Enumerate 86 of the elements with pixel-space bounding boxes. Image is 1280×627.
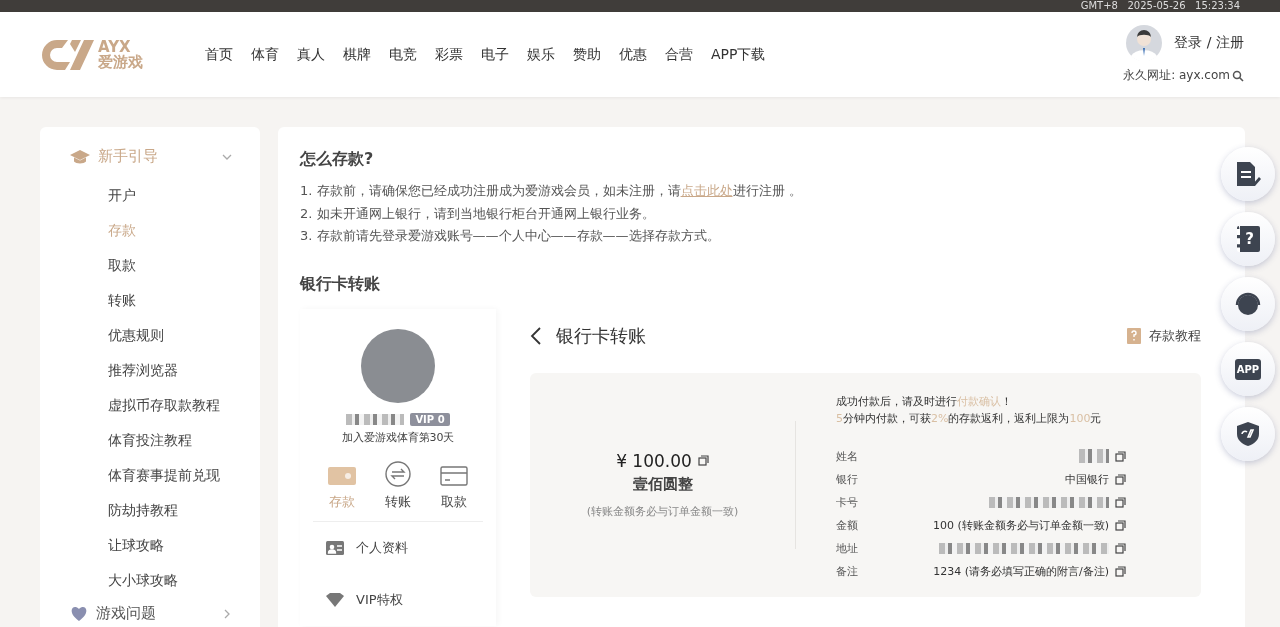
graduation-cap-icon: [70, 148, 90, 165]
field-label: 备注: [836, 563, 859, 579]
sidebar-item[interactable]: 防劫持教程: [40, 493, 260, 528]
form-button[interactable]: [1221, 147, 1275, 201]
field-value: 中国银行: [1065, 471, 1109, 487]
sidebar-item[interactable]: 取款: [40, 248, 260, 283]
wallet-action[interactable]: 转账: [385, 460, 411, 511]
profile-menu-item[interactable]: 个人资料: [326, 521, 496, 574]
field-value: 100 (转账金额务必与订单金额一致): [932, 517, 1109, 533]
field-label: 银行: [836, 471, 859, 487]
help-button[interactable]: ?: [1221, 212, 1275, 266]
nav-link[interactable]: 真人: [288, 45, 334, 64]
copy-icon[interactable]: [1115, 542, 1126, 554]
notice-text: 成功付款后，请及时进行付款确认！: [836, 393, 1013, 410]
app-download-button[interactable]: APP: [1221, 342, 1275, 396]
amount-text: ¥ 100.00: [616, 450, 692, 471]
section-title: 银行卡转账: [300, 273, 381, 295]
nav-link[interactable]: 赞助: [564, 45, 610, 64]
copy-icon[interactable]: [1115, 496, 1126, 508]
copy-icon[interactable]: [1115, 519, 1126, 531]
sidebar-item[interactable]: 体育投注教程: [40, 423, 260, 458]
copy-icon[interactable]: [1115, 450, 1126, 462]
field-label: 姓名: [836, 448, 859, 464]
sidebar-item[interactable]: 体育赛事提前兑现: [40, 458, 260, 493]
login-register-link[interactable]: 登录 / 注册: [1174, 34, 1244, 52]
caret-icon: [224, 608, 230, 619]
id-card-icon: [326, 540, 344, 555]
instruction-text: 3. 存款前请先登录爱游戏账号——个人中心——存款——选择存款方式。: [300, 227, 721, 245]
logo-button[interactable]: [1221, 407, 1275, 461]
sidebar-item[interactable]: 虚拟币存取款教程: [40, 388, 260, 423]
vip-badge: VIP 0: [410, 412, 450, 426]
payment-title: 银行卡转账: [556, 323, 646, 348]
heart-icon: [70, 605, 88, 622]
wallet-action[interactable]: 取款: [440, 460, 469, 511]
search-icon[interactable]: [1232, 69, 1244, 82]
nav-link[interactable]: APP下载: [702, 45, 775, 64]
copy-icon[interactable]: [1115, 473, 1126, 485]
notice-text: 5分钟内付款，可获2%的存款返利，返利上限为100元: [836, 410, 1103, 427]
field-value: 1234 (请务必填写正确的附言/备注): [933, 563, 1109, 579]
help-book-icon: ?: [1236, 226, 1260, 252]
instruction-text: 2. 如未开通网上银行，请到当地银行柜台开通网上银行业务。: [300, 204, 656, 223]
headset-icon: [1234, 291, 1262, 317]
logo-name: 爱游戏: [98, 54, 143, 70]
sidebar-item[interactable]: 让球攻略: [40, 528, 260, 563]
joined-days-text: 加入爱游戏体育第30天: [341, 429, 455, 445]
field-label: 金额: [836, 517, 859, 533]
nav-link[interactable]: 娱乐: [518, 45, 564, 64]
clock-text: GMT+8 2025-05-26 15:23:34: [1080, 0, 1240, 12]
diamond-icon: [326, 592, 344, 607]
sidebar-item[interactable]: 转账: [40, 283, 260, 318]
help-book-icon: [1127, 327, 1141, 344]
copy-icon[interactable]: [697, 455, 709, 466]
nav-link[interactable]: 彩票: [426, 45, 472, 64]
instruction-text: 1. 存款前，请确保您已经成功注册成为爱游戏会员，如未注册，请点击此处进行注册 。: [300, 182, 803, 200]
caret-icon: [222, 153, 232, 160]
sidebar-group-header[interactable]: 游戏问题: [40, 598, 260, 627]
credit-card-icon: [440, 464, 469, 487]
exchange-arrows-icon: [385, 460, 411, 487]
user-avatar-icon[interactable]: [1126, 25, 1163, 61]
sidebar-item[interactable]: 优惠规则: [40, 318, 260, 353]
site-url-text: 永久网址: ayx.com: [1123, 67, 1230, 84]
redacted-value: [1079, 449, 1109, 463]
nav-link[interactable]: 电子: [472, 45, 518, 64]
edit-document-icon: [1235, 160, 1261, 188]
article-title: 怎么存款?: [300, 149, 375, 170]
nav-link[interactable]: 首页: [196, 45, 242, 64]
sidebar-item[interactable]: 推荐浏览器: [40, 353, 260, 388]
profile-menu-item[interactable]: VIP特权: [326, 573, 496, 626]
shield-logo-icon: [1236, 421, 1260, 447]
nav-link[interactable]: 优惠: [610, 45, 656, 64]
card-icon: [327, 464, 356, 487]
copy-icon[interactable]: [1115, 565, 1126, 577]
nav-link[interactable]: 体育: [242, 45, 288, 64]
logo-brand: AYX: [98, 39, 131, 55]
support-button[interactable]: [1221, 277, 1275, 331]
nav-link[interactable]: 电竞: [380, 45, 426, 64]
nav-link[interactable]: 合营: [656, 45, 702, 64]
field-label: 卡号: [836, 494, 859, 510]
amount-note: (转账金额务必与订单金额一致): [586, 503, 739, 519]
redacted-username: [346, 413, 405, 425]
sidebar-item[interactable]: 大小球攻略: [40, 563, 260, 598]
nav-link[interactable]: 棋牌: [334, 45, 380, 64]
tutorial-link[interactable]: 存款教程: [1127, 326, 1201, 345]
sidebar-item[interactable]: 开户: [40, 178, 260, 213]
amount-words: 壹佰圆整: [632, 474, 693, 494]
field-label: 地址: [836, 540, 859, 556]
